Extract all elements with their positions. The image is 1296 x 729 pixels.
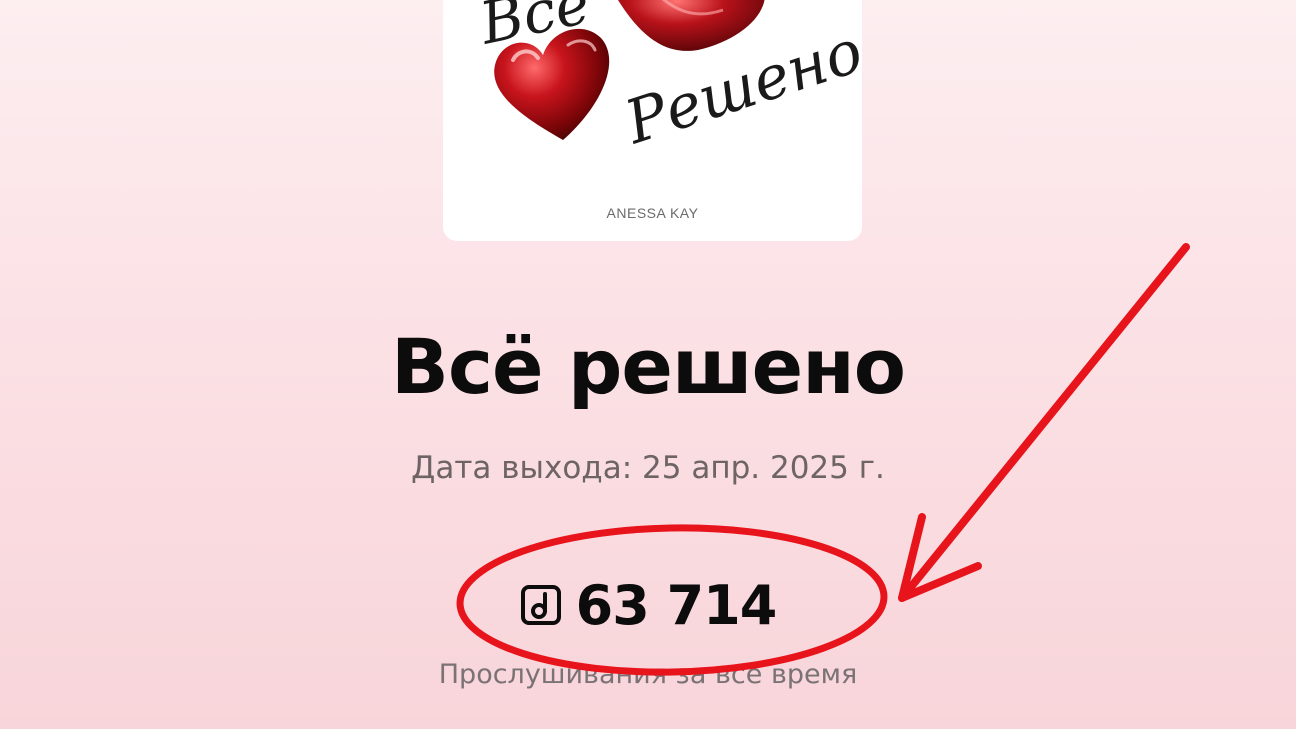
cover-author: ANESSA KAY <box>606 205 699 221</box>
album-title: Всё решено <box>391 322 906 411</box>
plays-label: Прослушивания за все время <box>438 659 858 690</box>
large-heart-shape <box>618 0 765 51</box>
plays-stat: 63 714 <box>0 572 1296 638</box>
release-date: Дата выхода: 25 апр. 2025 г. <box>411 450 885 486</box>
music-note-square-icon <box>520 584 562 626</box>
plays-count: 63 714 <box>575 573 778 637</box>
annotation-arrow-shaft <box>898 243 1190 602</box>
album-cover[interactable]: Всё Решено ANESSA KAY <box>443 0 862 241</box>
